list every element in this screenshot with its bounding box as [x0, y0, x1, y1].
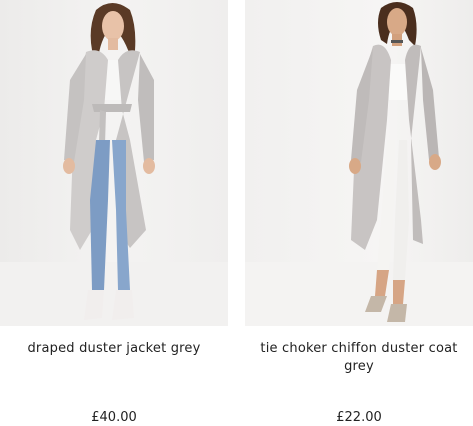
product-price: £22.00 [336, 410, 382, 425]
product-card[interactable]: tie choker chiffon duster coat grey £22.… [245, 0, 473, 426]
product-name[interactable]: draped duster jacket grey [0, 340, 228, 358]
product-card[interactable]: draped duster jacket grey £40.00 [0, 0, 228, 426]
product-name[interactable]: tie choker chiffon duster coat grey [245, 340, 473, 376]
product-image[interactable] [245, 0, 473, 326]
product-price: £40.00 [91, 410, 137, 425]
product-grid: draped duster jacket grey £40.00 tie cho… [0, 0, 473, 426]
product-image[interactable] [0, 0, 228, 326]
